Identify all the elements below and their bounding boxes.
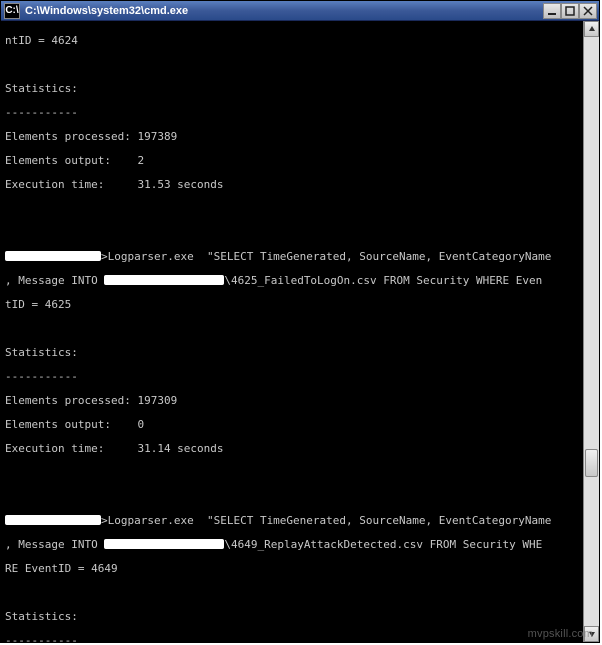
maximize-button[interactable] (561, 3, 579, 19)
output-line: Execution time: 31.14 seconds (5, 443, 595, 455)
chevron-up-icon (588, 25, 596, 33)
output-line (5, 491, 595, 503)
redaction (5, 515, 101, 525)
minimize-button[interactable] (543, 3, 561, 19)
cmd-icon: C:\ (4, 3, 20, 19)
output-line (5, 203, 595, 215)
output-line: ----------- (5, 635, 595, 642)
cmd-window: C:\ C:\Windows\system32\cmd.exe ntID = 4… (0, 0, 600, 643)
output-line: Statistics: (5, 611, 595, 623)
command-text: \4625_FailedToLogOn.csv FROM Security WH… (224, 274, 542, 287)
scrollbar-track[interactable] (584, 37, 599, 626)
vertical-scrollbar[interactable] (583, 21, 599, 642)
output-line (5, 467, 595, 479)
output-line: ----------- (5, 107, 595, 119)
minimize-icon (547, 6, 557, 16)
maximize-icon (565, 6, 575, 16)
output-line: >Logparser.exe "SELECT TimeGenerated, So… (5, 251, 595, 263)
scroll-up-button[interactable] (584, 21, 599, 37)
output-line: ----------- (5, 371, 595, 383)
output-line: Elements processed: 197309 (5, 395, 595, 407)
cmd-icon-label: C:\ (5, 5, 18, 16)
command-text: , Message INTO (5, 538, 104, 551)
output-line: , Message INTO \4625_FailedToLogOn.csv F… (5, 275, 595, 287)
output-line: ntID = 4624 (5, 35, 595, 47)
output-line: >Logparser.exe "SELECT TimeGenerated, So… (5, 515, 595, 527)
output-line (5, 587, 595, 599)
output-line: Elements processed: 197389 (5, 131, 595, 143)
output-line: Statistics: (5, 83, 595, 95)
output-line (5, 227, 595, 239)
redaction (5, 251, 101, 261)
output-line: Statistics: (5, 347, 595, 359)
output-line (5, 323, 595, 335)
scrollbar-thumb[interactable] (585, 449, 598, 477)
output-line (5, 59, 595, 71)
titlebar[interactable]: C:\ C:\Windows\system32\cmd.exe (1, 1, 599, 21)
redaction (104, 275, 224, 285)
redaction (104, 539, 224, 549)
close-icon (583, 6, 593, 16)
command-text: >Logparser.exe "SELECT TimeGenerated, So… (101, 250, 551, 263)
command-text: , Message INTO (5, 274, 104, 287)
output-line: Elements output: 2 (5, 155, 595, 167)
output-line: Elements output: 0 (5, 419, 595, 431)
output-line: tID = 4625 (5, 299, 595, 311)
watermark: mvpskill.com (528, 628, 593, 640)
output-line: , Message INTO \4649_ReplayAttackDetecte… (5, 539, 595, 551)
output-line: Execution time: 31.53 seconds (5, 179, 595, 191)
window-title: C:\Windows\system32\cmd.exe (23, 5, 543, 17)
command-text: \4649_ReplayAttackDetected.csv FROM Secu… (224, 538, 542, 551)
close-button[interactable] (579, 3, 597, 19)
output-line: RE EventID = 4649 (5, 563, 595, 575)
window-buttons (543, 3, 597, 19)
command-text: >Logparser.exe "SELECT TimeGenerated, So… (101, 514, 551, 527)
terminal-output[interactable]: ntID = 4624 Statistics: ----------- Elem… (1, 21, 599, 642)
